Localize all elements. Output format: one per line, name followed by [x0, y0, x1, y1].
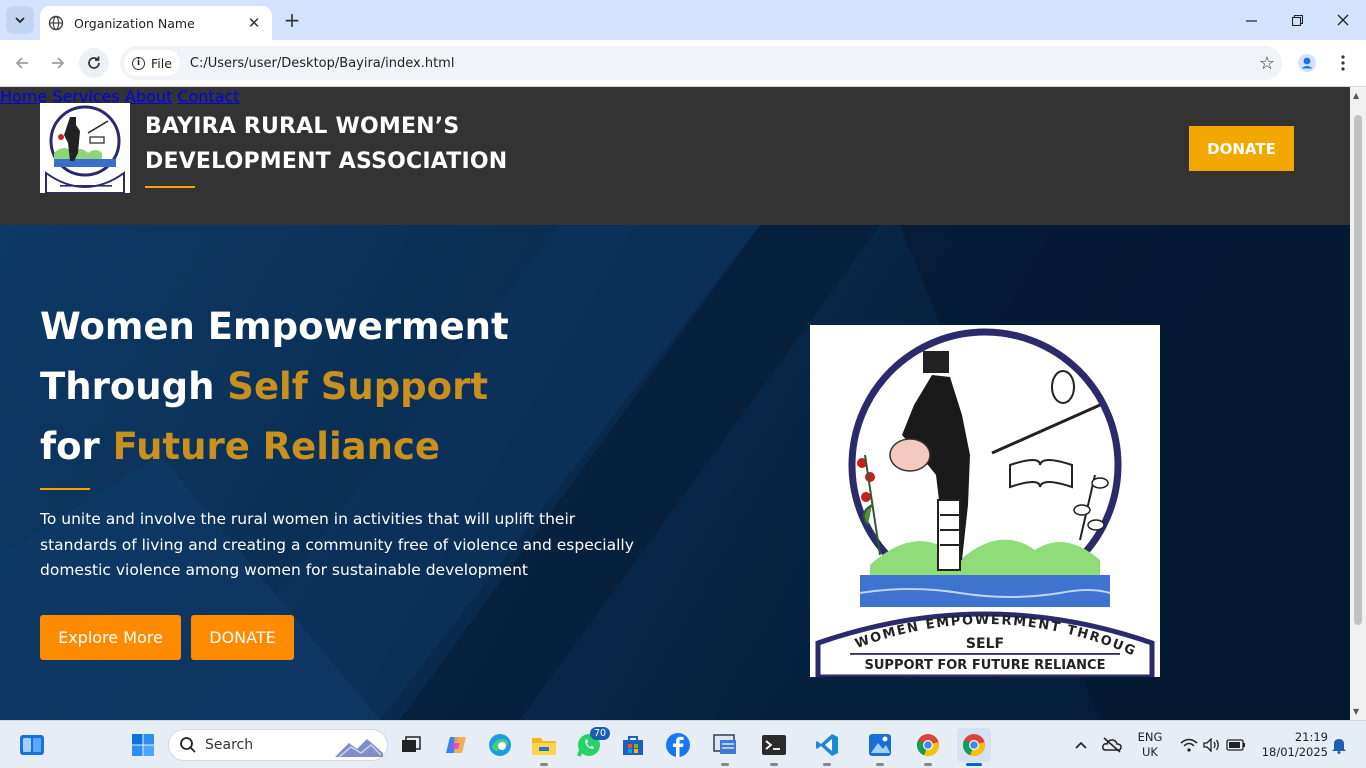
- file-explorer-icon[interactable]: [529, 730, 559, 760]
- language-indicator[interactable]: ENG UK: [1134, 730, 1166, 760]
- main-nav: Home Services About Contact: [0, 87, 1350, 106]
- site-info-chip[interactable]: i File: [124, 50, 180, 76]
- brand-line-2: DEVELOPMENT ASSOCIATION: [145, 149, 508, 174]
- remote-running-indicator: [721, 763, 729, 766]
- address-bar[interactable]: i File C:/Users/user/Desktop/Bayira/inde…: [120, 46, 1282, 80]
- donate-hero-button[interactable]: DONATE: [191, 615, 294, 660]
- language-code: ENG: [1137, 730, 1163, 744]
- terminal-icon[interactable]: [759, 730, 789, 760]
- chrome-profile-icon[interactable]: [957, 728, 991, 762]
- facebook-icon[interactable]: [663, 730, 693, 760]
- notification-bell-icon[interactable]: [1324, 730, 1354, 760]
- forward-arrow-icon[interactable]: [43, 48, 73, 78]
- info-icon: i: [132, 56, 145, 70]
- clock-time: 21:19: [1294, 730, 1328, 744]
- start-icon[interactable]: [128, 730, 158, 760]
- hero-title-line-3: for Future Reliance: [40, 425, 440, 468]
- photos-running-indicator: [876, 763, 884, 766]
- nav-about[interactable]: About: [125, 87, 172, 106]
- logo-support-text: SUPPORT FOR FUTURE RELIANCE: [865, 658, 1106, 673]
- task-view-icon[interactable]: [396, 730, 426, 760]
- profile-avatar-icon[interactable]: [1292, 48, 1322, 78]
- widgets-icon[interactable]: [17, 730, 47, 760]
- hero-title-line-2: Through Self Support: [40, 365, 488, 408]
- back-arrow-icon[interactable]: [7, 48, 37, 78]
- hero-description: To unite and involve the rural women in …: [40, 510, 634, 579]
- edge-icon[interactable]: [485, 730, 515, 760]
- nav-contact[interactable]: Contact: [177, 87, 239, 106]
- explore-more-button[interactable]: Explore More: [40, 615, 181, 660]
- hero-title-through: Through: [40, 365, 228, 408]
- organization-logo: WOMEN EMPOWERMENT THROUGH SELF SUPPORT F…: [804, 314, 1160, 680]
- brand-name[interactable]: BAYIRA RURAL WOMEN’S DEVELOPMENT ASSOCIA…: [145, 109, 507, 179]
- region-code: UK: [1142, 745, 1158, 759]
- url-text[interactable]: C:/Users/user/Desktop/Bayira/index.html: [190, 56, 1252, 71]
- scroll-up-icon[interactable]: ▲: [1353, 91, 1359, 100]
- browser-toolbar: i File C:/Users/user/Desktop/Bayira/inde…: [0, 40, 1366, 87]
- hero-underline: [40, 488, 90, 490]
- scroll-down-icon[interactable]: ▼: [1353, 707, 1359, 716]
- tab-search-button[interactable]: [6, 6, 34, 34]
- scroll-thumb[interactable]: [1354, 115, 1362, 625]
- browser-tab-strip: Organization Name ✕ +: [0, 0, 1366, 40]
- minimize-icon[interactable]: [1228, 0, 1274, 40]
- terminal-running-indicator: [770, 763, 778, 766]
- vscode-running-indicator: [823, 763, 831, 766]
- clock-date: 18/01/2025: [1261, 745, 1328, 759]
- photos-icon[interactable]: [865, 730, 895, 760]
- logo-self-text: SELF: [966, 636, 1004, 652]
- explorer-running-indicator: [540, 763, 548, 766]
- copilot-icon[interactable]: [441, 730, 471, 760]
- donate-header-button[interactable]: DONATE: [1189, 126, 1294, 171]
- hero-title-future-reliance: Future Reliance: [112, 425, 440, 468]
- vscode-icon[interactable]: [812, 730, 842, 760]
- tab-title: Organization Name: [74, 15, 195, 31]
- chevron-up-icon[interactable]: [1066, 730, 1096, 760]
- onedrive-offline-icon[interactable]: [1097, 730, 1127, 760]
- remote-desktop-icon[interactable]: [710, 730, 740, 760]
- brand-line-1: BAYIRA RURAL WOMEN’S: [145, 114, 460, 139]
- whatsapp-badge: 70: [590, 727, 611, 740]
- chrome-icon[interactable]: [913, 730, 943, 760]
- taskbar-search-box[interactable]: Search: [168, 729, 388, 761]
- window-close-icon[interactable]: [1320, 0, 1366, 40]
- hero-title-self-support: Self Support: [227, 365, 489, 408]
- search-icon: [180, 737, 196, 753]
- chrome-running-indicator: [924, 763, 932, 766]
- page-scrollbar[interactable]: ▲ ▼: [1350, 87, 1366, 720]
- clock[interactable]: 21:19 18/01/2025: [1256, 730, 1328, 760]
- brand-underline: [145, 186, 195, 188]
- hero-section: Women Empowerment Through Self Support f…: [0, 225, 1350, 720]
- web-page: BAYIRA RURAL WOMEN’S DEVELOPMENT ASSOCIA…: [0, 87, 1350, 720]
- site-header: BAYIRA RURAL WOMEN’S DEVELOPMENT ASSOCIA…: [0, 87, 1350, 225]
- browser-tab[interactable]: Organization Name ✕: [40, 6, 272, 40]
- hero-title-line-1: Women Empowerment: [40, 305, 509, 348]
- hero-title-for: for: [40, 425, 113, 468]
- search-placeholder: Search: [205, 737, 254, 753]
- battery-icon[interactable]: [1221, 730, 1251, 760]
- file-label: File: [151, 55, 172, 71]
- bookmark-star-icon[interactable]: ☆: [1252, 53, 1282, 74]
- site-logo[interactable]: [40, 103, 130, 193]
- globe-icon: [48, 15, 64, 31]
- active-window-indicator: [966, 763, 982, 766]
- chevron-down-icon: [15, 17, 25, 24]
- store-icon[interactable]: [618, 730, 648, 760]
- restore-icon[interactable]: [1274, 0, 1320, 40]
- close-icon[interactable]: ✕: [244, 13, 264, 33]
- more-menu-icon[interactable]: [1328, 48, 1358, 78]
- new-tab-button[interactable]: +: [280, 8, 304, 32]
- mountain-highlight-icon: [335, 739, 383, 757]
- reload-icon[interactable]: [79, 48, 109, 78]
- windows-taskbar: Search 70 ENG UK 21:19 18/01/2025: [0, 720, 1366, 768]
